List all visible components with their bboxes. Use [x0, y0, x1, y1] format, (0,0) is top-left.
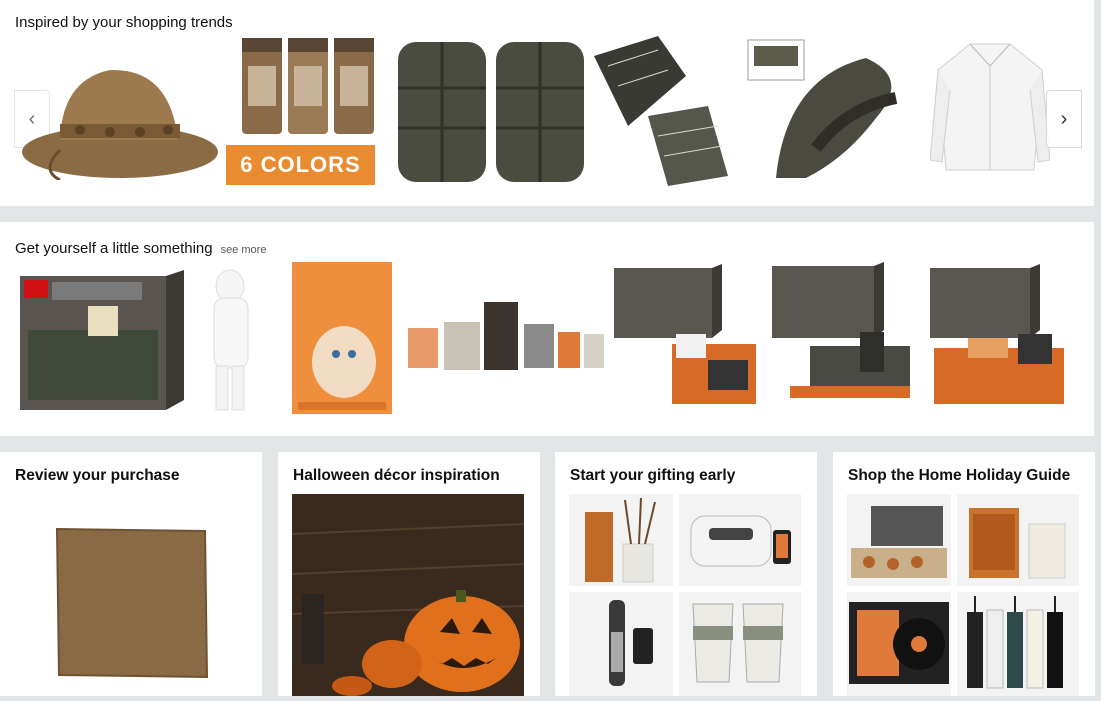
product-face-paint[interactable] [238, 36, 378, 136]
diffuser-image [585, 497, 656, 583]
product-lego-set-3[interactable] [928, 264, 1078, 414]
holiday-tile-oven[interactable] [847, 494, 951, 586]
holiday-tile-tumblers[interactable] [957, 592, 1079, 696]
gift-tile-glasses[interactable] [679, 592, 801, 696]
lego-set-3-image [930, 264, 1064, 404]
halloween-pumpkins-image [292, 494, 524, 696]
lego-set-2-image [772, 262, 910, 398]
product-boonie-hat[interactable] [20, 40, 220, 182]
lego-box-image [20, 270, 184, 410]
little-something-title-text: Get yourself a little something [15, 240, 213, 257]
sous-vide-image [609, 600, 653, 686]
product-magic-kitten-book[interactable] [292, 262, 392, 414]
lego-set-1-image [614, 264, 756, 404]
gift-tile-diffuser[interactable] [569, 494, 673, 586]
carousel-next-button[interactable]: › [1046, 90, 1082, 148]
unicorn-costume-image [213, 269, 249, 411]
product-lego-set-1[interactable] [612, 264, 762, 414]
card-title: Halloween décor inspiration [293, 467, 500, 484]
camo-scarf-image [747, 39, 898, 178]
colors-badge: 6 COLORS [226, 145, 375, 185]
product-white-shirt[interactable] [929, 40, 1051, 180]
knee-pads-image [398, 42, 584, 182]
product-unicorn-costume[interactable] [200, 266, 270, 414]
shopping-trends-row: Inspired by your shopping trends ‹ 6 COL… [0, 0, 1094, 206]
gift-tile-robot-mop[interactable] [679, 494, 801, 586]
face-paint-image [242, 38, 374, 134]
tumblers-image [967, 596, 1063, 689]
little-something-row: Get yourself a little something see more [0, 222, 1094, 436]
holiday-tile-record-frame[interactable] [847, 592, 951, 696]
robot-mop-image [690, 515, 791, 567]
holiday-tile-candles[interactable] [957, 494, 1079, 586]
gifting-early-card[interactable]: Start your gifting early [555, 452, 817, 696]
minecraft-figures-image [408, 302, 604, 370]
shemagh-image [594, 36, 728, 186]
chevron-right-icon: › [1060, 107, 1068, 130]
white-shirt-image [929, 43, 1051, 171]
product-lego-minecraft-box[interactable] [18, 270, 186, 412]
card-title: Shop the Home Holiday Guide [848, 467, 1071, 484]
card-title: Start your gifting early [570, 467, 736, 484]
record-frame-image [849, 602, 949, 684]
product-knee-pads[interactable] [396, 38, 586, 186]
glasses-image [692, 603, 784, 683]
bandana-image [55, 527, 209, 679]
magic-kitten-book-image [292, 262, 392, 414]
review-purchase-card[interactable]: Review your purchase [0, 452, 262, 696]
boonie-hat-image [22, 69, 218, 182]
product-lego-set-2[interactable] [770, 262, 920, 414]
gift-tile-sous-vide[interactable] [569, 592, 673, 696]
shopping-trends-title: Inspired by your shopping trends [15, 14, 233, 31]
candles-image [969, 508, 1066, 579]
little-something-title: Get yourself a little something see more [15, 240, 266, 257]
air-fryer-oven-image [851, 506, 947, 578]
halloween-decor-card[interactable]: Halloween décor inspiration [278, 452, 540, 696]
product-shemagh[interactable] [588, 36, 730, 186]
product-camo-scarf[interactable] [746, 38, 916, 186]
see-more-link[interactable]: see more [221, 244, 267, 256]
product-minecraft-figures[interactable] [404, 298, 608, 394]
card-title: Review your purchase [15, 467, 180, 484]
home-holiday-guide-card[interactable]: Shop the Home Holiday Guide [833, 452, 1095, 696]
